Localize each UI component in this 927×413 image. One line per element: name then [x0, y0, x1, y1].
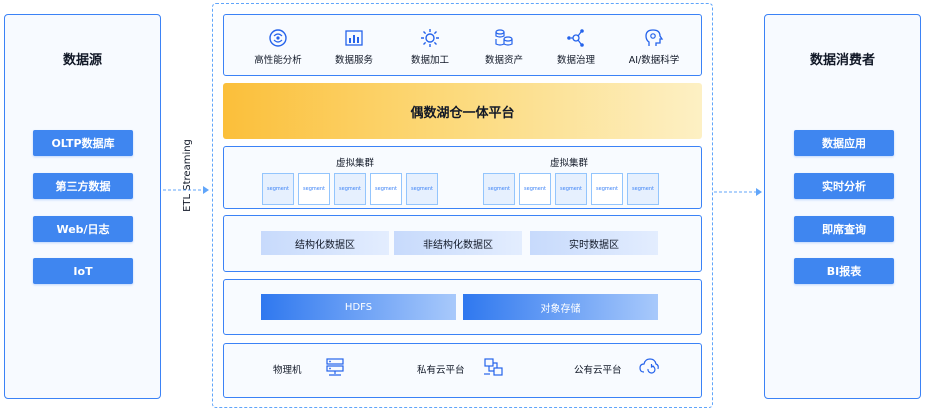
database-stack-icon — [495, 29, 513, 46]
tool-label: AI/数据科学 — [628, 55, 680, 66]
consumer-item-data-app[interactable]: 数据应用 — [794, 130, 894, 156]
arrow-sources-to-platform — [163, 186, 209, 194]
tool-label: 数据加工 — [410, 55, 449, 66]
segment-block: segment — [262, 173, 294, 205]
brain-cycle-icon — [269, 29, 287, 47]
clusters-row: 虚拟集群 segment segment segment segment seg… — [223, 146, 702, 209]
gear-process-icon — [421, 29, 439, 47]
source-item-iot[interactable]: IoT — [33, 258, 133, 284]
tool-data-service[interactable]: 数据服务 — [314, 27, 394, 66]
tool-data-assets[interactable]: 数据资产 — [464, 27, 544, 66]
cluster-title-2: 虚拟集群 — [549, 158, 588, 169]
consumers-title: 数据消费者 — [809, 53, 875, 68]
storage-hdfs[interactable]: HDFS — [261, 294, 456, 320]
source-item-web-log[interactable]: Web/日志 — [33, 216, 133, 242]
platform-title: 偶数湖仓一体平台 — [410, 105, 515, 121]
infra-label-public-cloud: 公有云平台 — [574, 365, 622, 376]
segment-block: segment — [591, 173, 623, 205]
segment-block: segment — [298, 173, 330, 205]
arrow-platform-to-consumers — [714, 188, 762, 196]
tool-data-governance[interactable]: 数据治理 — [536, 27, 616, 66]
bar-chart-icon — [345, 30, 363, 46]
cluster-title-1: 虚拟集群 — [335, 158, 374, 169]
server-icon — [326, 358, 344, 376]
source-item-oltp[interactable]: OLTP数据库 — [33, 130, 133, 156]
infra-label-private-cloud: 私有云平台 — [417, 365, 465, 376]
storage-object[interactable]: 对象存储 — [463, 294, 658, 320]
consumer-item-bi-report[interactable]: BI报表 — [794, 258, 894, 284]
tool-ai-data-science[interactable]: AI/数据科学 — [614, 27, 694, 66]
ai-head-icon — [645, 29, 664, 46]
tool-label: 高性能分析 — [254, 55, 302, 66]
zone-realtime[interactable]: 实时数据区 — [530, 231, 658, 255]
zones-row: 结构化数据区 非结构化数据区 实时数据区 — [223, 215, 702, 272]
private-cloud-icon — [484, 358, 503, 376]
platform-banner: 偶数湖仓一体平台 — [223, 83, 702, 139]
segment-block: segment — [406, 173, 438, 205]
tools-row: 高性能分析 数据服务 数据加工 数据资产 数据治理 AI/数据科学 — [223, 14, 702, 76]
tool-label: 数据资产 — [484, 55, 523, 66]
segment-block: segment — [370, 173, 402, 205]
zone-structured[interactable]: 结构化数据区 — [261, 231, 389, 255]
segment-block: segment — [555, 173, 587, 205]
infra-row: 物理机 私有云平台 公有云平台 — [223, 343, 702, 398]
infra-label-physical: 物理机 — [273, 365, 302, 376]
segment-block: segment — [483, 173, 515, 205]
consumer-item-adhoc-query[interactable]: 即席查询 — [794, 216, 894, 242]
sources-panel: 数据源 OLTP数据库 第三方数据 Web/日志 IoT — [4, 14, 161, 399]
tool-data-processing[interactable]: 数据加工 — [390, 27, 470, 66]
tool-high-performance-analysis[interactable]: 高性能分析 — [238, 27, 318, 66]
zone-unstructured[interactable]: 非结构化数据区 — [394, 231, 522, 255]
sources-title: 数据源 — [62, 53, 102, 68]
public-cloud-icon — [639, 358, 659, 374]
source-item-third-party[interactable]: 第三方数据 — [33, 173, 133, 199]
tool-label: 数据治理 — [556, 55, 595, 66]
segment-block: segment — [519, 173, 551, 205]
etl-streaming-label: ETL Streaming — [181, 138, 193, 212]
tool-label: 数据服务 — [334, 55, 373, 66]
segment-block: segment — [334, 173, 366, 205]
network-nodes-icon — [567, 29, 584, 47]
storage-row: HDFS 对象存储 — [223, 279, 702, 335]
consumers-panel: 数据消费者 数据应用 实时分析 即席查询 BI报表 — [764, 14, 921, 399]
consumer-item-realtime-analysis[interactable]: 实时分析 — [794, 173, 894, 199]
segment-block: segment — [627, 173, 659, 205]
